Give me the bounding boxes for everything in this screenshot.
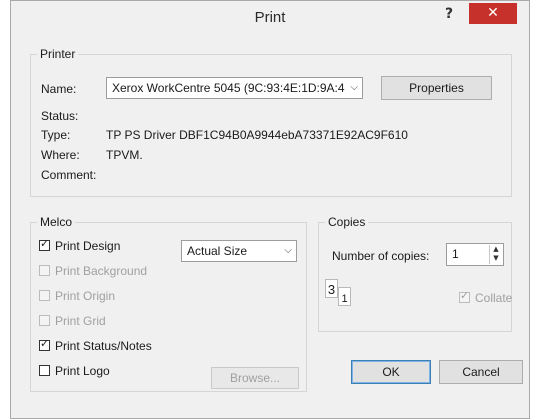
melco-option-1[interactable]: Print Background	[39, 263, 147, 279]
browse-button[interactable]: Browse...	[211, 367, 299, 389]
print-size-select[interactable]: Actual Size ⌵	[181, 240, 297, 262]
collate-checkbox[interactable]: ✓	[459, 289, 470, 304]
copies-group-label: Copies	[325, 215, 369, 229]
melco-option-checkbox[interactable]	[39, 265, 50, 277]
melco-option-0[interactable]: ✓ Print Design	[39, 237, 121, 254]
status-label: Status:	[41, 109, 79, 123]
melco-option-4[interactable]: ✓ Print Status/Notes	[39, 337, 152, 354]
melco-option-label: Print Background	[55, 263, 148, 278]
number-of-copies-label: Number of copies:	[332, 249, 430, 263]
checkmark-icon: ✓	[460, 289, 470, 303]
ok-button[interactable]: OK	[351, 360, 431, 384]
comment-label: Comment:	[41, 168, 97, 182]
melco-option-checkbox[interactable]	[39, 315, 50, 327]
melco-option-checkbox[interactable]	[39, 365, 50, 377]
properties-button[interactable]: Properties	[381, 76, 492, 100]
melco-option-checkbox[interactable]: ✓	[39, 237, 50, 252]
checkmark-icon: ✓	[40, 237, 50, 251]
properties-button-label: Properties	[409, 81, 464, 95]
name-label: Name:	[41, 82, 77, 96]
chevron-down-icon: ⌵	[284, 245, 292, 256]
type-value: TP PS Driver DBF1C94B0A9944ebA73371E92AC…	[106, 128, 408, 142]
cancel-button-label: Cancel	[462, 365, 500, 379]
ok-button-label: OK	[382, 365, 400, 379]
spinner-arrows-icon[interactable]: ▲ ▼	[489, 245, 502, 264]
melco-option-label: Print Origin	[55, 288, 116, 303]
help-button[interactable]: ?	[438, 5, 460, 25]
number-of-copies-spinner[interactable]: 1 ▲ ▼	[446, 243, 504, 266]
printer-name-select[interactable]: Xerox WorkCentre 5045 (9C:93:4E:1D:9A:4 …	[106, 77, 363, 99]
print-size-value: Actual Size	[187, 244, 248, 258]
print-dialog: Print ? ✕ Printer Name: Xerox WorkCentre…	[10, 0, 530, 419]
printer-name-value: Xerox WorkCentre 5045 (9C:93:4E:1D:9A:4	[112, 81, 345, 95]
melco-option-label: Print Logo	[55, 363, 110, 378]
checkmark-icon: ✓	[40, 337, 50, 351]
melco-option-checkbox[interactable]	[39, 290, 50, 302]
melco-group-label: Melco	[37, 215, 76, 229]
melco-option-label: Print Grid	[55, 313, 106, 328]
browse-button-label: Browse...	[229, 371, 280, 385]
where-label: Where:	[41, 148, 80, 162]
close-button[interactable]: ✕	[469, 3, 517, 24]
cancel-button[interactable]: Cancel	[439, 360, 523, 384]
collate-label: Collate	[475, 290, 513, 305]
title-bar[interactable]: Print ? ✕	[11, 1, 529, 32]
printer-group: Printer Name: Xerox WorkCentre 5045 (9C:…	[30, 47, 512, 197]
melco-option-2[interactable]: Print Origin	[39, 288, 115, 304]
melco-option-checkbox[interactable]: ✓	[39, 337, 50, 352]
melco-option-5[interactable]: Print Logo	[39, 363, 110, 379]
type-label: Type:	[41, 128, 71, 142]
number-of-copies-value: 1	[452, 247, 459, 261]
collate-page-icon-front: 3	[325, 279, 338, 298]
collate-page-icon-back: 1	[338, 287, 351, 306]
melco-option-label: Print Design	[55, 238, 121, 253]
copies-group: Copies Number of copies: 1 ▲ ▼ 3 1	[318, 215, 512, 332]
melco-option-label: Print Status/Notes	[55, 338, 152, 353]
melco-option-3[interactable]: Print Grid	[39, 313, 106, 329]
where-value: TPVM.	[106, 148, 143, 162]
collate-checkbox-row[interactable]: ✓ Collate	[459, 289, 513, 306]
chevron-down-icon: ⌵	[350, 82, 358, 93]
printer-group-label: Printer	[37, 47, 79, 61]
